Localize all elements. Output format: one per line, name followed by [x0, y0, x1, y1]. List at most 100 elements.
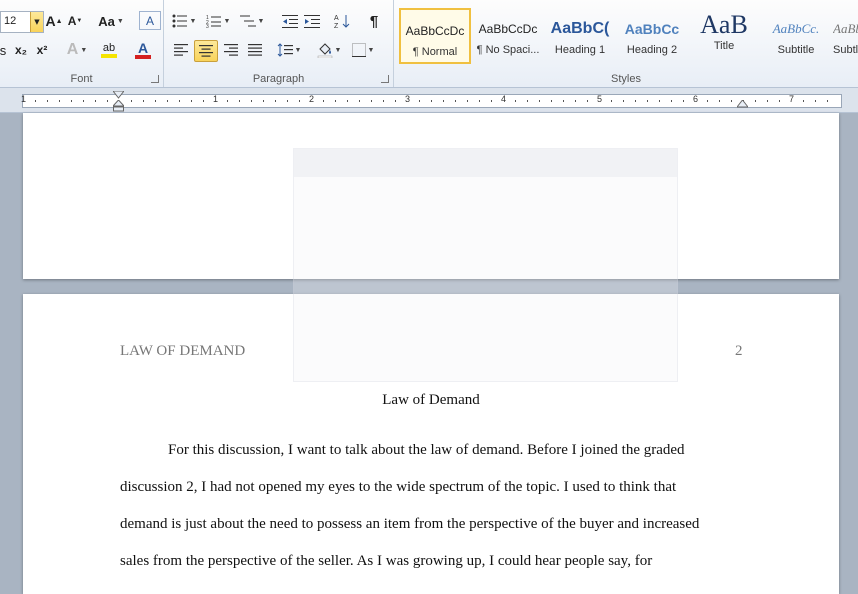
- highlight-color-button[interactable]: ab: [94, 40, 124, 60]
- hanging-indent-marker[interactable]: [113, 100, 124, 112]
- ruler-tick: [251, 100, 252, 102]
- ruler-tick: [659, 100, 660, 102]
- font-group-label: Font: [70, 73, 93, 85]
- ruler-tick: [455, 100, 456, 102]
- line-spacing-icon: [277, 43, 293, 57]
- ruler-tick: [551, 100, 552, 102]
- shrink-arrow-icon: ▼: [76, 18, 83, 24]
- page-number: 2: [735, 343, 743, 359]
- bullets-icon: [172, 14, 187, 28]
- svg-text:Z: Z: [334, 23, 339, 29]
- font-size-combobox[interactable]: 12 ▼: [0, 11, 44, 33]
- ruler-tick: [635, 100, 636, 102]
- strikethrough-button[interactable]: s: [0, 40, 8, 60]
- running-head: LAW OF DEMAND: [120, 343, 246, 359]
- style-heading-1[interactable]: AaBbC( Heading 1: [545, 8, 615, 62]
- ruler-tick: [359, 100, 360, 102]
- ruler-tick: [335, 100, 336, 102]
- ruler-tick: [287, 100, 288, 102]
- ruler-tick: [35, 100, 36, 102]
- ruler-number: 5: [597, 94, 603, 104]
- grow-font-button[interactable]: A ▲: [45, 11, 63, 31]
- highlight-swatch: [101, 53, 117, 58]
- superscript-button[interactable]: x²: [33, 40, 51, 60]
- ruler-tick: [143, 100, 144, 102]
- style-normal[interactable]: AaBbCcDc ¶ Normal: [399, 8, 471, 64]
- font-size-dropdown-icon[interactable]: ▼: [30, 12, 43, 32]
- font-group: 12 ▼ A ▲ A ▼ Aa ▼ A s x₂ x² A ▼ ab A Font: [0, 0, 164, 87]
- align-center-icon: [199, 45, 213, 57]
- align-left-icon: [174, 44, 188, 56]
- ruler-tick: [707, 100, 708, 102]
- change-case-button[interactable]: Aa ▼: [97, 11, 125, 31]
- faded-overlay-panel: [293, 148, 678, 382]
- ruler-tick: [563, 100, 564, 102]
- ruler-tick: [371, 100, 372, 102]
- subscript-button[interactable]: x₂: [12, 40, 30, 60]
- text-effects-button[interactable]: A ▼: [64, 40, 90, 60]
- font-dialog-launcher-icon[interactable]: [151, 75, 159, 83]
- shading-button[interactable]: ▼: [314, 40, 344, 60]
- align-center-button[interactable]: [194, 40, 218, 62]
- paragraph-line: sales from the perspective of the seller…: [120, 553, 653, 569]
- multilevel-list-icon: [239, 15, 256, 27]
- increase-indent-button[interactable]: [302, 11, 322, 31]
- chevron-down-icon: ▼: [116, 17, 124, 25]
- multilevel-list-button[interactable]: ▼: [238, 11, 266, 31]
- shrink-font-button[interactable]: A ▼: [66, 11, 84, 31]
- style-no-spacing[interactable]: AaBbCcDc ¶ No Spaci...: [473, 8, 543, 62]
- svg-text:A: A: [334, 15, 339, 22]
- chevron-down-icon: ▼: [80, 46, 88, 54]
- ruler-tick: [755, 100, 756, 102]
- style-heading-2[interactable]: AaBbCc Heading 2: [617, 8, 687, 62]
- line-spacing-button[interactable]: ▼: [274, 40, 304, 60]
- ruler-tick: [803, 100, 804, 102]
- bullets-button[interactable]: ▼: [170, 11, 198, 31]
- first-line-indent-marker[interactable]: [113, 91, 124, 99]
- ruler-number: 1: [213, 94, 219, 104]
- ruler-tick: [155, 100, 156, 102]
- ruler-number: 1: [21, 94, 27, 104]
- right-indent-marker[interactable]: [737, 100, 748, 108]
- ruler-tick: [491, 100, 492, 102]
- align-right-button[interactable]: [220, 40, 242, 60]
- borders-button[interactable]: ▼: [348, 40, 378, 60]
- style-title[interactable]: AaB Title: [689, 8, 759, 62]
- ruler-tick: [719, 100, 720, 102]
- justify-button[interactable]: [244, 40, 266, 60]
- ruler-tick: [95, 100, 96, 102]
- decrease-indent-icon: [282, 15, 298, 28]
- ruler-tick: [431, 100, 432, 102]
- font-color-button[interactable]: A: [128, 40, 158, 60]
- faded-overlay-titlebar: [294, 149, 677, 177]
- align-left-button[interactable]: [170, 40, 192, 60]
- ruler-tick: [395, 100, 396, 102]
- paragraph-line: For this discussion, I want to talk abou…: [168, 442, 685, 458]
- borders-icon: [351, 43, 366, 57]
- clear-formatting-button[interactable]: A: [139, 11, 161, 30]
- style-subtle-emphasis[interactable]: AaBbCc Subtle Em...: [833, 8, 858, 62]
- ruler-tick: [131, 100, 132, 102]
- ruler-number: 4: [501, 94, 507, 104]
- ruler-tick: [647, 100, 648, 102]
- ruler-tick: [587, 100, 588, 102]
- justify-icon: [248, 44, 262, 56]
- paragraph-line: demand is just about the need to possess…: [120, 516, 700, 532]
- numbering-button[interactable]: 1 2 3 ▼: [204, 11, 232, 31]
- style-subtitle[interactable]: AaBbCc. Subtitle: [761, 8, 831, 62]
- show-formatting-marks-button[interactable]: ¶: [364, 11, 384, 31]
- font-size-value: 12: [4, 15, 17, 27]
- paragraph-group: ▼ 1 2 3 ▼ ▼ AZ ¶ ▼ ▼ ▼ Paragraph: [164, 0, 394, 87]
- ruler-tick: [323, 100, 324, 102]
- ruler-tick: [515, 100, 516, 102]
- grow-arrow-icon: ▲: [55, 17, 63, 25]
- ruler-tick: [227, 100, 228, 102]
- ribbon: 12 ▼ A ▲ A ▼ Aa ▼ A s x₂ x² A ▼ ab A Font ▼ …: [0, 0, 858, 88]
- ruler-number: 3: [405, 94, 411, 104]
- horizontal-ruler[interactable]: 1 1 2 3 4 5 6 7: [0, 88, 858, 113]
- sort-button[interactable]: AZ: [332, 11, 352, 31]
- ruler-tick: [467, 100, 468, 102]
- ruler-tick: [239, 100, 240, 102]
- paragraph-dialog-launcher-icon[interactable]: [381, 75, 389, 83]
- decrease-indent-button[interactable]: [280, 11, 300, 31]
